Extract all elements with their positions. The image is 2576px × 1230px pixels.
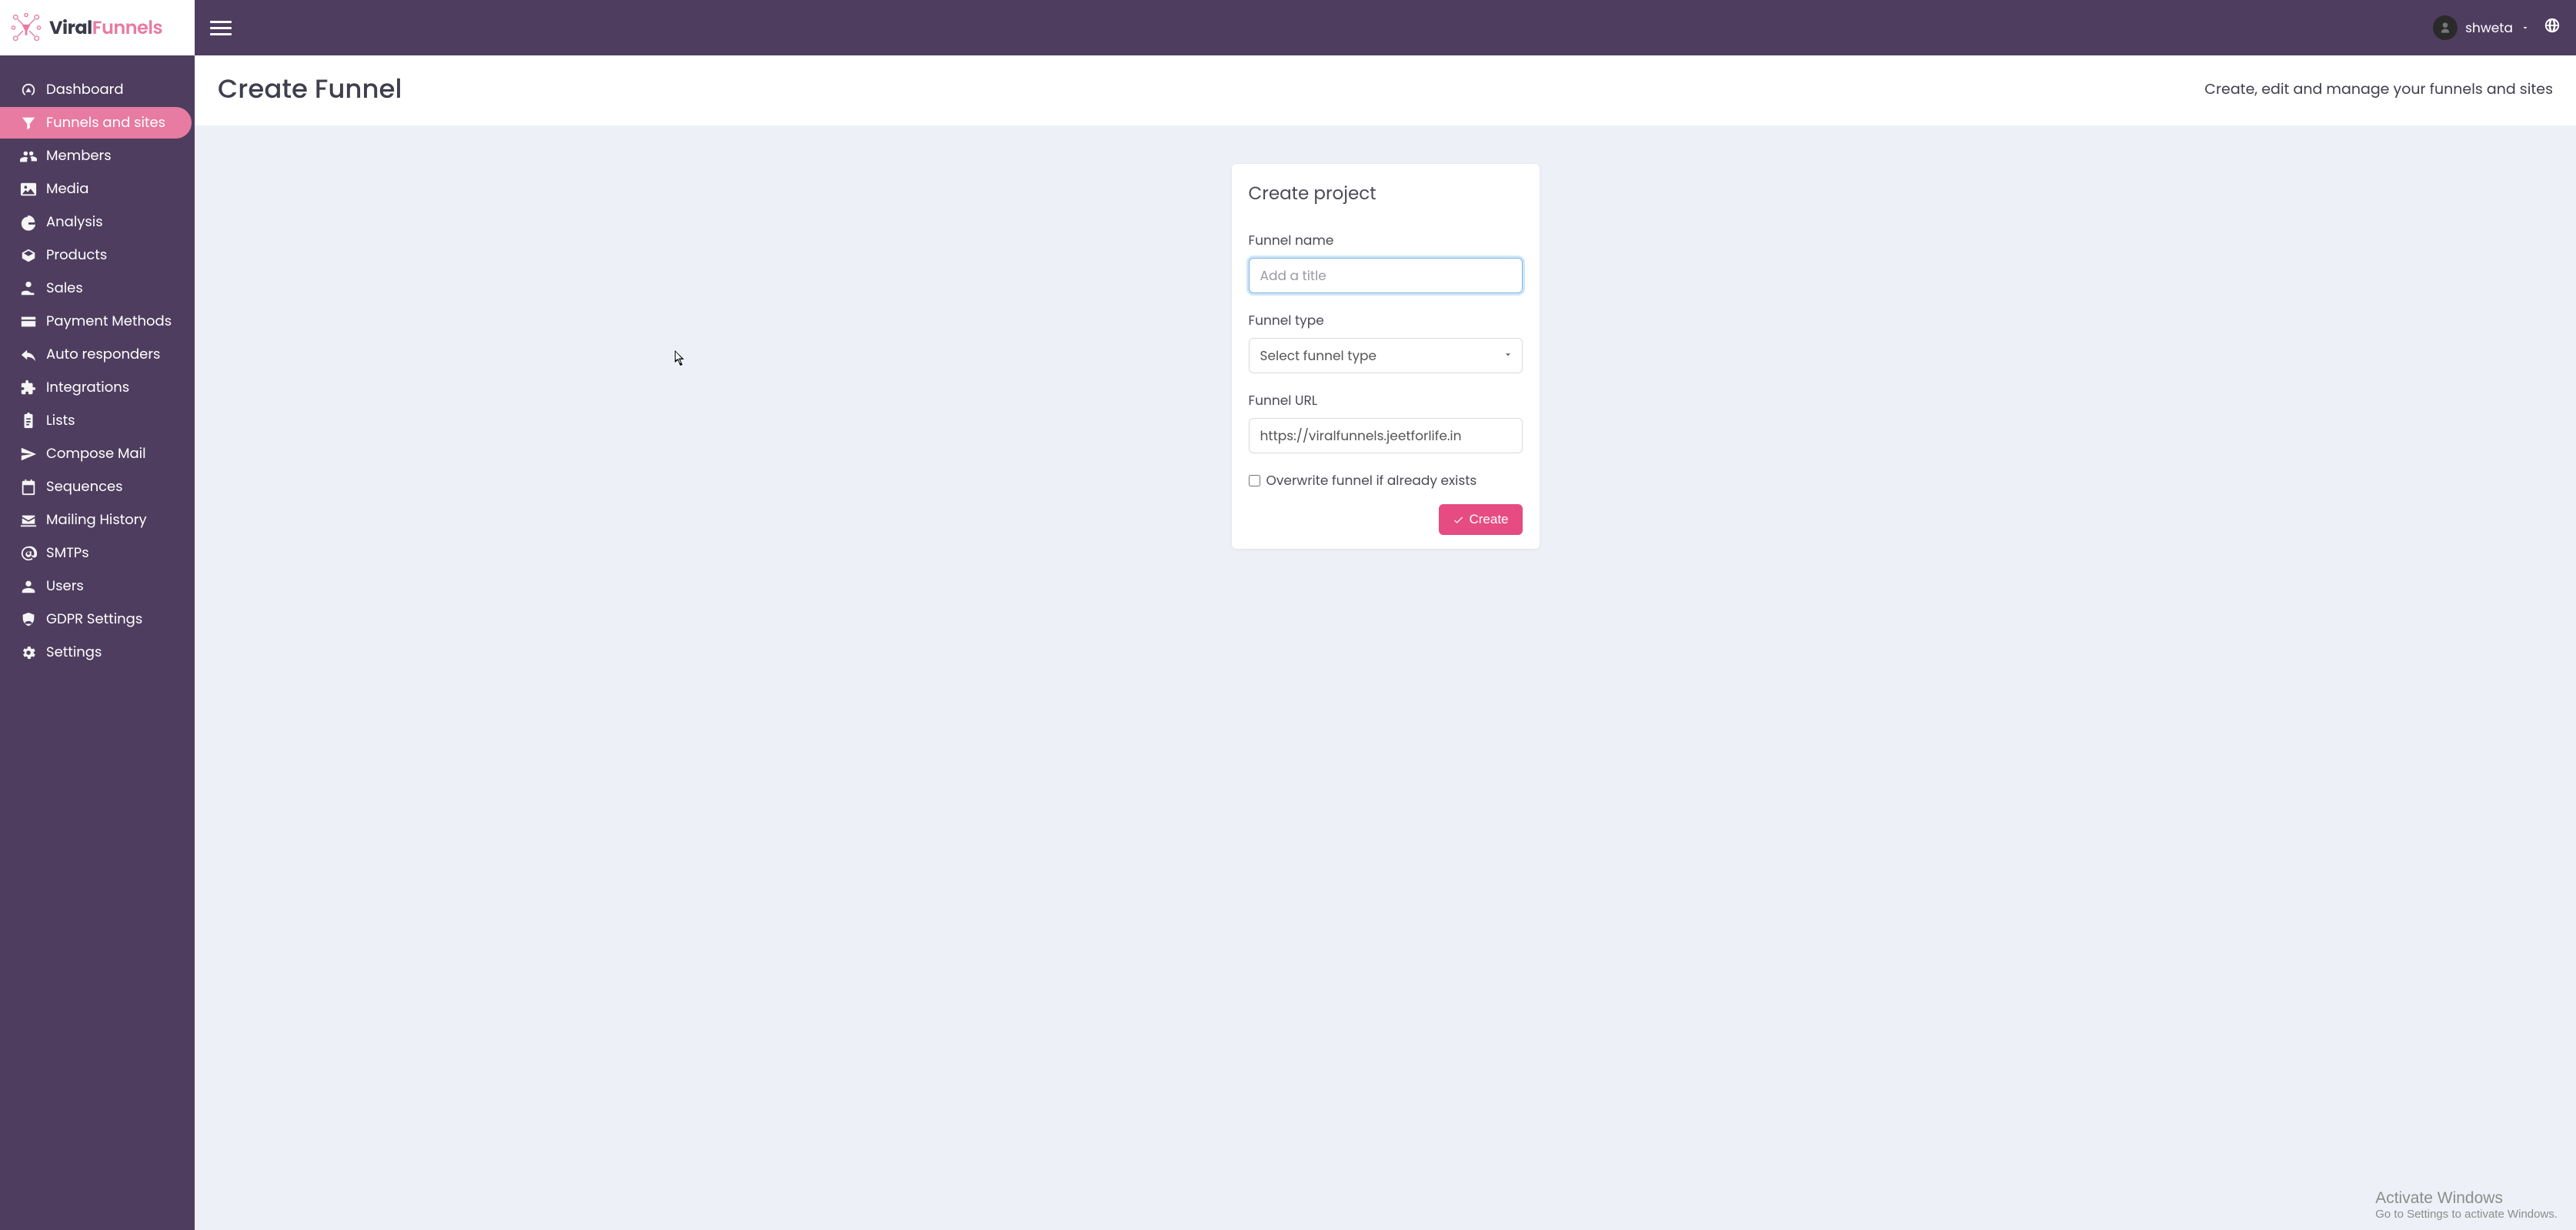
overwrite-checkbox-row[interactable]: Overwrite funnel if already exists (1249, 470, 1523, 490)
sidebar-item-sequences[interactable]: Sequences (0, 471, 192, 503)
at-icon (20, 545, 37, 562)
sidebar-item-label: Auto responders (46, 344, 160, 365)
funnel-type-select[interactable]: Select funnel type (1249, 338, 1523, 373)
funnel-icon (20, 115, 37, 132)
globe-icon (2544, 17, 2561, 34)
sidebar-item-settings[interactable]: Settings (0, 637, 192, 668)
sidebar-item-label: Users (46, 576, 84, 597)
hand-coin-icon (20, 280, 37, 297)
funnel-url-label: Funnel URL (1249, 390, 1523, 410)
sidebar-item-compose-mail[interactable]: Compose Mail (0, 438, 192, 470)
calendar-icon (20, 479, 37, 496)
funnel-type-label: Funnel type (1249, 310, 1523, 330)
funnel-name-label: Funnel name (1249, 230, 1523, 250)
sidebar-item-products[interactable]: Products (0, 239, 192, 271)
check-icon (1453, 514, 1464, 526)
sidebar-item-label: Compose Mail (46, 443, 146, 464)
card-title: Create project (1249, 181, 1523, 207)
sidebar-item-label: Integrations (46, 377, 129, 398)
sidebar-item-label: Media (46, 179, 88, 199)
create-project-card: Create project Funnel name Funnel type S… (1232, 164, 1540, 549)
sidebar-item-label: Dashboard (46, 79, 124, 100)
sidebar-item-sales[interactable]: Sales (0, 272, 192, 304)
sidebar: ViralFunnels Dashboard Funnels and sites… (0, 0, 195, 1230)
sidebar-item-label: Mailing History (46, 510, 147, 530)
brand-text-part2: Funnels (92, 15, 162, 41)
user-menu[interactable]: shweta (2433, 15, 2530, 40)
sidebar-item-integrations[interactable]: Integrations (0, 372, 192, 403)
language-button[interactable] (2544, 17, 2561, 39)
sidebar-item-label: Products (46, 245, 107, 266)
clipboard-icon (20, 413, 37, 429)
page-header: Create Funnel Create, edit and manage yo… (195, 55, 2576, 125)
image-icon (20, 181, 37, 198)
puzzle-icon (20, 379, 37, 396)
users-icon (20, 148, 37, 165)
chevron-down-icon (2521, 18, 2530, 38)
create-button[interactable]: Create (1439, 504, 1522, 535)
users-group-icon (20, 578, 37, 595)
sidebar-item-label: SMTPs (46, 543, 89, 563)
funnel-name-input[interactable] (1249, 258, 1523, 293)
overwrite-label: Overwrite funnel if already exists (1266, 470, 1477, 490)
topbar: shweta (195, 0, 2576, 55)
sidebar-item-label: Analysis (46, 212, 103, 232)
sidebar-item-label: Members (46, 145, 112, 166)
funnel-url-input[interactable] (1249, 418, 1523, 453)
sidebar-item-label: Sequences (46, 476, 123, 497)
user-shield-icon (20, 611, 37, 628)
page-subtitle: Create, edit and manage your funnels and… (2204, 78, 2553, 100)
funnel-network-icon (9, 11, 43, 45)
overwrite-checkbox[interactable] (1249, 475, 1260, 486)
sidebar-item-gdpr[interactable]: GDPR Settings (0, 603, 192, 635)
brand-text: ViralFunnels (49, 15, 162, 42)
sidebar-nav: Dashboard Funnels and sites Members Medi… (0, 55, 195, 668)
sidebar-item-analysis[interactable]: Analysis (0, 206, 192, 238)
sidebar-item-label: Funnels and sites (46, 112, 165, 133)
box-icon (20, 247, 37, 264)
sidebar-item-payment[interactable]: Payment Methods (0, 306, 192, 337)
sidebar-item-media[interactable]: Media (0, 173, 192, 205)
sidebar-item-smtps[interactable]: SMTPs (0, 537, 192, 569)
field-funnel-name: Funnel name (1249, 230, 1523, 293)
sidebar-item-users[interactable]: Users (0, 570, 192, 602)
sidebar-item-dashboard[interactable]: Dashboard (0, 74, 192, 105)
sidebar-item-label: Sales (46, 278, 83, 299)
sidebar-item-label: Lists (46, 410, 75, 431)
sidebar-item-lists[interactable]: Lists (0, 405, 192, 436)
field-funnel-type: Funnel type Select funnel type (1249, 310, 1523, 373)
sidebar-item-mailing-history[interactable]: Mailing History (0, 504, 192, 536)
sidebar-item-label: Payment Methods (46, 311, 172, 332)
menu-toggle-button[interactable] (210, 17, 232, 38)
create-button-label: Create (1469, 512, 1508, 527)
content-area: Create project Funnel name Funnel type S… (195, 125, 2576, 1230)
paper-plane-icon (20, 446, 37, 463)
brand-text-part1: Viral (49, 15, 92, 41)
sidebar-item-funnels[interactable]: Funnels and sites (0, 107, 192, 139)
envelope-stack-icon (20, 512, 37, 529)
user-name-label: shweta (2465, 18, 2513, 38)
brand-logo[interactable]: ViralFunnels (0, 0, 195, 55)
field-funnel-url: Funnel URL (1249, 390, 1523, 453)
page-title: Create Funnel (218, 69, 402, 109)
sidebar-item-members[interactable]: Members (0, 140, 192, 172)
gauge-icon (20, 82, 37, 99)
sidebar-item-label: GDPR Settings (46, 609, 142, 630)
pie-chart-icon (20, 214, 37, 231)
credit-card-icon (20, 313, 37, 330)
reply-icon (20, 346, 37, 363)
avatar (2433, 15, 2458, 40)
gear-icon (20, 644, 37, 661)
sidebar-item-label: Settings (46, 642, 102, 663)
sidebar-item-autoresponders[interactable]: Auto responders (0, 339, 192, 370)
